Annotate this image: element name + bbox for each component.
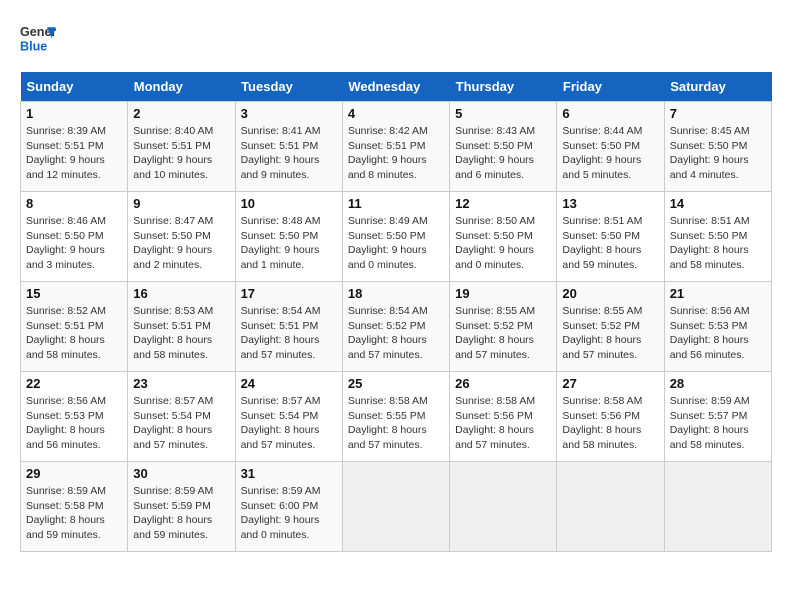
calendar-day-5: 5Sunrise: 8:43 AM Sunset: 5:50 PM Daylig… xyxy=(450,102,557,192)
calendar-day-9: 9Sunrise: 8:47 AM Sunset: 5:50 PM Daylig… xyxy=(128,192,235,282)
calendar-week-5: 29Sunrise: 8:59 AM Sunset: 5:58 PM Dayli… xyxy=(21,462,772,552)
calendar-day-15: 15Sunrise: 8:52 AM Sunset: 5:51 PM Dayli… xyxy=(21,282,128,372)
calendar-day-2: 2Sunrise: 8:40 AM Sunset: 5:51 PM Daylig… xyxy=(128,102,235,192)
calendar-day-8: 8Sunrise: 8:46 AM Sunset: 5:50 PM Daylig… xyxy=(21,192,128,282)
calendar-day-24: 24Sunrise: 8:57 AM Sunset: 5:54 PM Dayli… xyxy=(235,372,342,462)
svg-text:Blue: Blue xyxy=(20,40,47,54)
calendar-day-17: 17Sunrise: 8:54 AM Sunset: 5:51 PM Dayli… xyxy=(235,282,342,372)
calendar-day-10: 10Sunrise: 8:48 AM Sunset: 5:50 PM Dayli… xyxy=(235,192,342,282)
calendar-day-20: 20Sunrise: 8:55 AM Sunset: 5:52 PM Dayli… xyxy=(557,282,664,372)
calendar-day-27: 27Sunrise: 8:58 AM Sunset: 5:56 PM Dayli… xyxy=(557,372,664,462)
weekday-header-wednesday: Wednesday xyxy=(342,72,449,102)
calendar-table: SundayMondayTuesdayWednesdayThursdayFrid… xyxy=(20,72,772,552)
calendar-day-29: 29Sunrise: 8:59 AM Sunset: 5:58 PM Dayli… xyxy=(21,462,128,552)
calendar-empty-cell xyxy=(342,462,449,552)
calendar-day-31: 31Sunrise: 8:59 AM Sunset: 6:00 PM Dayli… xyxy=(235,462,342,552)
calendar-empty-cell xyxy=(664,462,771,552)
calendar-week-3: 15Sunrise: 8:52 AM Sunset: 5:51 PM Dayli… xyxy=(21,282,772,372)
calendar-day-18: 18Sunrise: 8:54 AM Sunset: 5:52 PM Dayli… xyxy=(342,282,449,372)
page-header: General Blue xyxy=(20,20,772,56)
logo: General Blue xyxy=(20,20,56,56)
calendar-day-14: 14Sunrise: 8:51 AM Sunset: 5:50 PM Dayli… xyxy=(664,192,771,282)
calendar-week-4: 22Sunrise: 8:56 AM Sunset: 5:53 PM Dayli… xyxy=(21,372,772,462)
calendar-day-7: 7Sunrise: 8:45 AM Sunset: 5:50 PM Daylig… xyxy=(664,102,771,192)
calendar-empty-cell xyxy=(557,462,664,552)
calendar-day-16: 16Sunrise: 8:53 AM Sunset: 5:51 PM Dayli… xyxy=(128,282,235,372)
calendar-week-1: 1Sunrise: 8:39 AM Sunset: 5:51 PM Daylig… xyxy=(21,102,772,192)
calendar-day-6: 6Sunrise: 8:44 AM Sunset: 5:50 PM Daylig… xyxy=(557,102,664,192)
calendar-day-3: 3Sunrise: 8:41 AM Sunset: 5:51 PM Daylig… xyxy=(235,102,342,192)
weekday-header-tuesday: Tuesday xyxy=(235,72,342,102)
calendar-day-1: 1Sunrise: 8:39 AM Sunset: 5:51 PM Daylig… xyxy=(21,102,128,192)
calendar-day-23: 23Sunrise: 8:57 AM Sunset: 5:54 PM Dayli… xyxy=(128,372,235,462)
calendar-day-11: 11Sunrise: 8:49 AM Sunset: 5:50 PM Dayli… xyxy=(342,192,449,282)
calendar-day-12: 12Sunrise: 8:50 AM Sunset: 5:50 PM Dayli… xyxy=(450,192,557,282)
calendar-day-19: 19Sunrise: 8:55 AM Sunset: 5:52 PM Dayli… xyxy=(450,282,557,372)
calendar-day-21: 21Sunrise: 8:56 AM Sunset: 5:53 PM Dayli… xyxy=(664,282,771,372)
calendar-header-row: SundayMondayTuesdayWednesdayThursdayFrid… xyxy=(21,72,772,102)
weekday-header-sunday: Sunday xyxy=(21,72,128,102)
weekday-header-friday: Friday xyxy=(557,72,664,102)
logo-icon: General Blue xyxy=(20,20,56,56)
calendar-day-22: 22Sunrise: 8:56 AM Sunset: 5:53 PM Dayli… xyxy=(21,372,128,462)
calendar-week-2: 8Sunrise: 8:46 AM Sunset: 5:50 PM Daylig… xyxy=(21,192,772,282)
weekday-header-monday: Monday xyxy=(128,72,235,102)
calendar-day-4: 4Sunrise: 8:42 AM Sunset: 5:51 PM Daylig… xyxy=(342,102,449,192)
calendar-day-25: 25Sunrise: 8:58 AM Sunset: 5:55 PM Dayli… xyxy=(342,372,449,462)
calendar-day-26: 26Sunrise: 8:58 AM Sunset: 5:56 PM Dayli… xyxy=(450,372,557,462)
calendar-day-28: 28Sunrise: 8:59 AM Sunset: 5:57 PM Dayli… xyxy=(664,372,771,462)
weekday-header-thursday: Thursday xyxy=(450,72,557,102)
calendar-day-13: 13Sunrise: 8:51 AM Sunset: 5:50 PM Dayli… xyxy=(557,192,664,282)
weekday-header-saturday: Saturday xyxy=(664,72,771,102)
calendar-empty-cell xyxy=(450,462,557,552)
calendar-day-30: 30Sunrise: 8:59 AM Sunset: 5:59 PM Dayli… xyxy=(128,462,235,552)
